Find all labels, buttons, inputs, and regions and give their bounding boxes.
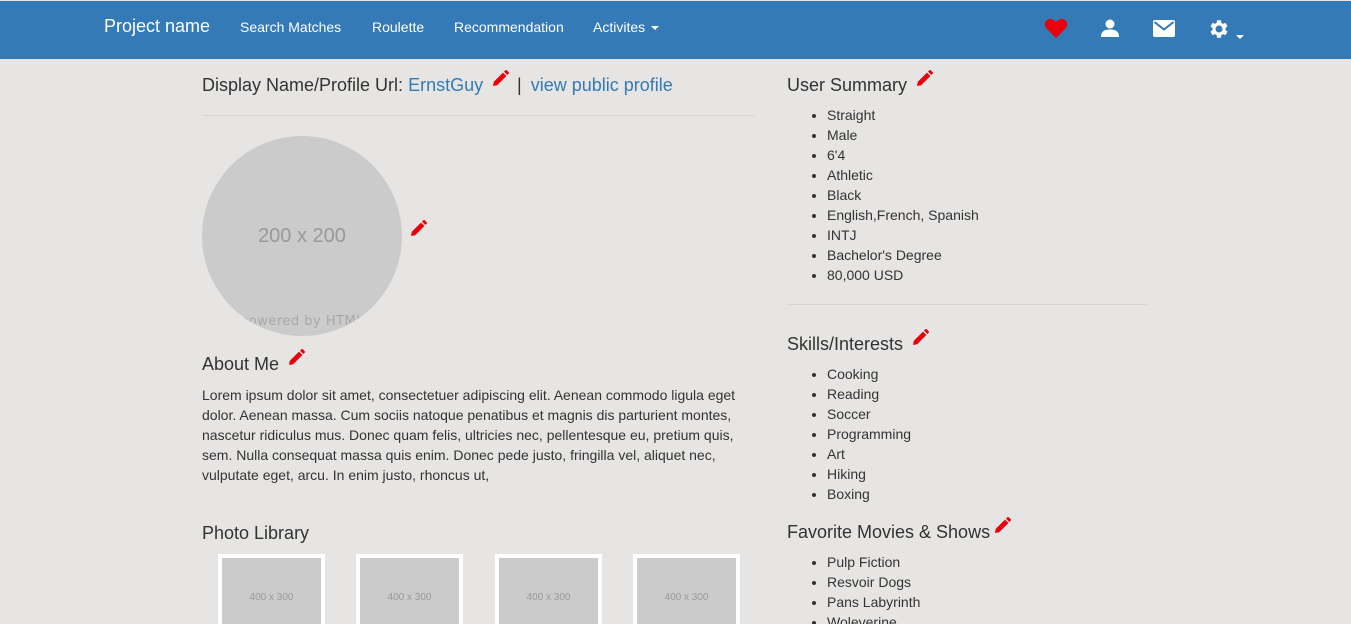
display-name-label: Display Name/Profile Url: [202,75,404,95]
list-item: Straight [827,105,979,125]
nav-activities-label: Activites [593,19,646,35]
skills-title: Skills/Interests [787,334,904,354]
list-item: Woleverine [827,612,920,624]
list-item: English,French, Spanish [827,205,979,225]
caret-down-icon [1236,35,1244,39]
avatar-placeholder-credit: powered by HTML [239,314,365,329]
nav-search-matches[interactable]: Search Matches [240,19,341,35]
gear-icon [1210,20,1228,38]
skills-list: Cooking Reading Soccer Programming Art H… [787,364,911,504]
list-item: Pulp Fiction [827,552,920,572]
caret-down-icon [651,26,660,31]
top-navbar: Project name Search Matches Roulette Rec… [0,0,1351,59]
list-item: Resvoir Dogs [827,572,920,592]
list-item: Pans Labyrinth [827,592,920,612]
public-profile-row: | view public profile [517,75,673,96]
list-item: Black [827,185,979,205]
list-item: Male [827,125,979,145]
nav-activities-dropdown[interactable]: Activites [593,19,660,35]
list-item: 80,000 USD [827,265,979,285]
list-item: Boxing [827,484,911,504]
photo-thumb[interactable]: 400 x 300 [495,554,602,624]
list-item: Programming [827,424,911,444]
user-summary-title: User Summary [787,75,908,95]
profile-avatar[interactable]: 200 x 200 powered by HTML [202,136,402,336]
view-public-profile-link[interactable]: view public profile [531,75,673,95]
photo-thumb[interactable]: 400 x 300 [218,554,325,624]
movies-title: Favorite Movies & Shows [787,522,991,542]
summary-divider [787,304,1147,305]
envelope-icon[interactable] [1153,20,1175,42]
nav-roulette[interactable]: Roulette [372,19,424,35]
user-icon[interactable] [1100,18,1120,43]
list-item: Soccer [827,404,911,424]
list-item: Bachelor's Degree [827,245,979,265]
edit-summary-icon[interactable] [914,69,934,94]
nav-recommendation[interactable]: Recommendation [454,19,564,35]
movies-list: Pulp Fiction Resvoir Dogs Pans Labyrinth… [787,552,920,624]
list-item: Art [827,444,911,464]
photo-library-title: Photo Library [202,523,310,543]
list-item: Cooking [827,364,911,384]
edit-display-name-icon[interactable] [490,69,510,94]
list-item: Reading [827,384,911,404]
edit-skills-icon[interactable] [910,328,930,353]
list-item: Hiking [827,464,911,484]
photo-placeholder: 400 x 300 [637,558,736,624]
separator: | [517,75,522,95]
about-me-title: About Me [202,354,280,374]
photo-thumb[interactable]: 400 x 300 [633,554,740,624]
avatar-placeholder-size: 200 x 200 [258,225,346,247]
brand-link[interactable]: Project name [104,16,210,37]
photo-placeholder: 400 x 300 [499,558,598,624]
list-item: 6'4 [827,145,979,165]
photo-placeholder: 400 x 300 [360,558,459,624]
edit-movies-icon[interactable] [992,516,1012,541]
heart-icon[interactable] [1044,17,1068,44]
header-divider [202,115,755,116]
settings-dropdown[interactable] [1207,17,1244,46]
about-me-text: Lorem ipsum dolor sit amet, consectetuer… [202,387,736,483]
username-link[interactable]: ErnstGuy [408,75,483,95]
list-item: Athletic [827,165,979,185]
photo-thumb[interactable]: 400 x 300 [356,554,463,624]
photo-placeholder: 400 x 300 [222,558,321,624]
display-name-row: Display Name/Profile Url: ErnstGuy [202,75,483,96]
edit-about-icon[interactable] [286,348,306,373]
list-item: INTJ [827,225,979,245]
user-summary-list: Straight Male 6'4 Athletic Black English… [787,105,979,285]
edit-avatar-icon[interactable] [408,219,428,244]
